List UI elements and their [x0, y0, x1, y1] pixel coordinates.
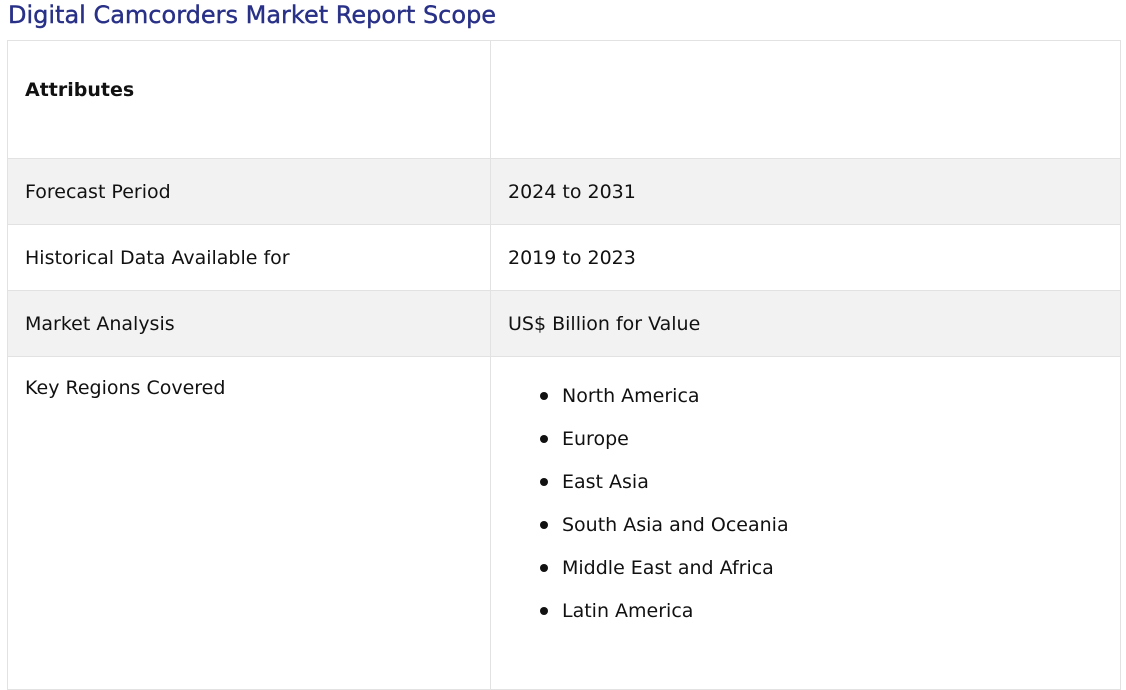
row-label-market-analysis: Market Analysis — [7, 290, 491, 357]
header-value — [490, 40, 1121, 159]
row-label-key-regions: Key Regions Covered — [7, 356, 491, 690]
region-label: South Asia and Oceania — [562, 514, 789, 536]
list-item: North America — [538, 381, 1103, 424]
row-value-forecast-period: 2024 to 2031 — [490, 158, 1121, 225]
table-row: Market Analysis US$ Billion for Value — [7, 290, 1121, 357]
bullet-icon — [540, 478, 548, 486]
bullet-icon — [540, 521, 548, 529]
bullet-icon — [540, 392, 548, 400]
bullet-icon — [540, 564, 548, 572]
region-label: North America — [562, 385, 700, 407]
row-value-key-regions: North America Europe East Asia South Asi… — [490, 356, 1121, 690]
table-row: Historical Data Available for 2019 to 20… — [7, 224, 1121, 291]
list-item: East Asia — [538, 467, 1103, 510]
table-row: Forecast Period 2024 to 2031 — [7, 158, 1121, 225]
header-attributes: Attributes — [7, 40, 491, 159]
region-label: Europe — [562, 428, 629, 450]
list-item: Latin America — [538, 596, 1103, 639]
region-label: East Asia — [562, 471, 649, 493]
region-label: Middle East and Africa — [562, 557, 774, 579]
report-scope-table: Attributes Forecast Period 2024 to 2031 … — [7, 40, 1121, 690]
bullet-icon — [540, 435, 548, 443]
table-header-row: Attributes — [7, 40, 1121, 159]
list-item: Europe — [538, 424, 1103, 467]
bullet-icon — [540, 607, 548, 615]
table-row: Key Regions Covered North America Europe… — [7, 356, 1121, 690]
row-label-forecast-period: Forecast Period — [7, 158, 491, 225]
list-item: South Asia and Oceania — [538, 510, 1103, 553]
list-item: Middle East and Africa — [538, 553, 1103, 596]
regions-list: North America Europe East Asia South Asi… — [508, 357, 1103, 639]
row-value-market-analysis: US$ Billion for Value — [490, 290, 1121, 357]
page-title: Digital Camcorders Market Report Scope — [8, 1, 497, 29]
row-value-historical-data: 2019 to 2023 — [490, 224, 1121, 291]
row-label-historical-data: Historical Data Available for — [7, 224, 491, 291]
region-label: Latin America — [562, 600, 694, 622]
